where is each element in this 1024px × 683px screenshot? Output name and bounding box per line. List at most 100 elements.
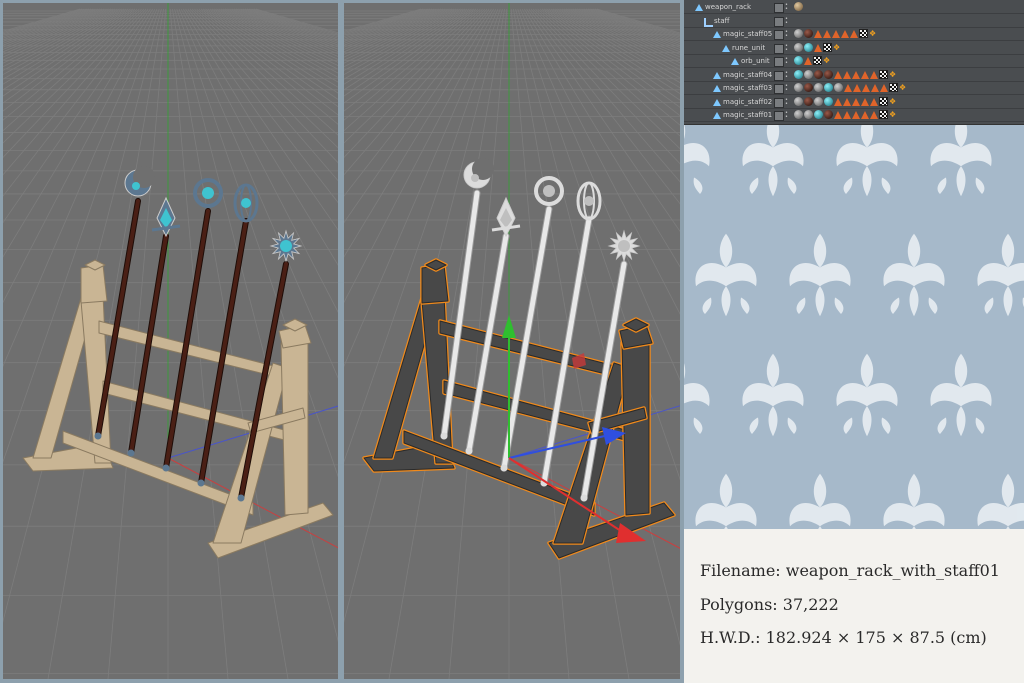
- render-visibility-dots[interactable]: • •: [785, 70, 788, 80]
- outliner-object-name[interactable]: staff: [714, 15, 730, 28]
- object-manager[interactable]: weapon_rack • • staff • • magic_staff05 • • ❖ r…: [684, 0, 1024, 125]
- selection-tag-icon[interactable]: [852, 111, 860, 119]
- selection-tag-icon[interactable]: [862, 84, 870, 92]
- outliner-row[interactable]: magic_staff01 • • ❖: [684, 109, 1024, 122]
- selection-tag-icon[interactable]: [832, 30, 840, 38]
- outliner-object-name[interactable]: magic_staff03: [723, 82, 772, 95]
- outliner-object-name[interactable]: magic_staff01: [723, 109, 772, 122]
- selection-tag-icon[interactable]: [853, 84, 861, 92]
- material-tag-icon[interactable]: [804, 96, 813, 106]
- selection-tag-icon[interactable]: [843, 111, 851, 119]
- selection-tag-icon[interactable]: [870, 97, 878, 106]
- layer-visibility-toggle[interactable]: [774, 3, 784, 13]
- material-tag-icon[interactable]: [834, 83, 843, 92]
- render-visibility-dots[interactable]: • •: [785, 3, 788, 12]
- outliner-object-name[interactable]: magic_staff02: [723, 96, 772, 109]
- material-tag-icon[interactable]: [804, 29, 813, 38]
- outliner-row[interactable]: magic_staff05 • • ❖: [684, 28, 1024, 41]
- material-tag-icon[interactable]: [794, 110, 803, 119]
- outliner-row[interactable]: magic_staff04 • • ❖: [684, 69, 1024, 82]
- render-visibility-dots[interactable]: • •: [785, 111, 788, 120]
- outliner-row[interactable]: weapon_rack • •: [684, 1, 1024, 14]
- uvw-tag-icon[interactable]: [879, 69, 888, 79]
- outliner-object-name[interactable]: rune_unit: [732, 42, 765, 55]
- layer-visibility-toggle[interactable]: [774, 57, 784, 67]
- outliner-row[interactable]: rune_unit • • ❖: [684, 42, 1024, 55]
- selection-tag-icon[interactable]: [870, 70, 878, 79]
- material-tag-icon[interactable]: [794, 83, 803, 92]
- selection-tag-icon[interactable]: [870, 111, 878, 119]
- selection-tag-icon[interactable]: [861, 97, 869, 106]
- outliner-row[interactable]: staff • •: [684, 15, 1024, 28]
- uvw-tag-icon[interactable]: [813, 56, 822, 65]
- material-tag-icon[interactable]: [814, 110, 823, 119]
- material-tag-icon[interactable]: [794, 96, 803, 106]
- selection-tag-icon[interactable]: [843, 70, 851, 79]
- material-tag-icon[interactable]: [794, 2, 803, 11]
- phong-tag-icon[interactable]: ❖: [823, 56, 831, 65]
- selection-tag-icon[interactable]: [871, 84, 879, 92]
- render-visibility-dots[interactable]: • •: [785, 16, 788, 26]
- outliner-object-name[interactable]: magic_staff04: [723, 69, 772, 82]
- material-tag-icon[interactable]: [794, 42, 803, 52]
- selection-tag-icon[interactable]: [834, 111, 842, 119]
- layer-visibility-toggle[interactable]: [774, 30, 784, 40]
- selection-tag-icon[interactable]: [880, 84, 888, 92]
- render-visibility-dots[interactable]: • •: [785, 97, 788, 107]
- uvw-tag-icon[interactable]: [859, 29, 868, 38]
- material-tag-icon[interactable]: [824, 96, 833, 106]
- material-tag-icon[interactable]: [794, 56, 803, 65]
- selection-tag-icon[interactable]: [852, 97, 860, 106]
- material-tag-icon[interactable]: [794, 29, 803, 38]
- render-visibility-dots[interactable]: • •: [785, 57, 788, 66]
- outliner-object-name[interactable]: weapon_rack: [705, 1, 751, 14]
- selection-tag-icon[interactable]: [823, 30, 831, 38]
- material-tag-icon[interactable]: [804, 83, 813, 92]
- phong-tag-icon[interactable]: ❖: [889, 97, 897, 106]
- outliner-object-name[interactable]: orb_unit: [741, 55, 770, 68]
- selection-tag-icon[interactable]: [834, 97, 842, 106]
- phong-tag-icon[interactable]: ❖: [889, 70, 897, 79]
- selection-tag-icon[interactable]: [850, 30, 858, 38]
- selection-tag-icon[interactable]: [841, 30, 849, 38]
- render-visibility-dots[interactable]: • •: [785, 84, 788, 93]
- selection-tag-icon[interactable]: [852, 70, 860, 79]
- outliner-row[interactable]: magic_staff03 • • ❖: [684, 82, 1024, 95]
- phong-tag-icon[interactable]: ❖: [889, 110, 897, 119]
- phong-tag-icon[interactable]: ❖: [899, 83, 907, 92]
- material-tag-icon[interactable]: [814, 69, 823, 79]
- outliner-object-name[interactable]: magic_staff05: [723, 28, 772, 41]
- viewport-render[interactable]: [3, 3, 338, 679]
- viewport-wireframe[interactable]: [344, 3, 680, 679]
- layer-visibility-toggle[interactable]: [774, 84, 784, 94]
- selection-tag-icon[interactable]: [834, 70, 842, 79]
- material-tag-icon[interactable]: [824, 83, 833, 92]
- material-tag-icon[interactable]: [824, 69, 833, 79]
- material-tag-icon[interactable]: [804, 42, 813, 52]
- layer-visibility-toggle[interactable]: [774, 16, 784, 27]
- material-tag-icon[interactable]: [804, 69, 813, 79]
- material-tag-icon[interactable]: [824, 110, 833, 119]
- material-tag-icon[interactable]: [804, 110, 813, 119]
- selection-tag-icon[interactable]: [844, 84, 852, 92]
- uvw-tag-icon[interactable]: [879, 96, 888, 106]
- outliner-row[interactable]: orb_unit • • ❖: [684, 55, 1024, 68]
- render-visibility-dots[interactable]: • •: [785, 30, 788, 39]
- selection-tag-icon[interactable]: [861, 70, 869, 79]
- phong-tag-icon[interactable]: ❖: [869, 29, 877, 38]
- material-tag-icon[interactable]: [814, 96, 823, 106]
- selection-tag-icon[interactable]: [814, 43, 822, 52]
- material-tag-icon[interactable]: [794, 69, 803, 79]
- material-tag-icon[interactable]: [814, 83, 823, 92]
- selection-tag-icon[interactable]: [804, 57, 812, 65]
- layer-visibility-toggle[interactable]: [774, 43, 784, 54]
- phong-tag-icon[interactable]: ❖: [833, 43, 841, 52]
- selection-tag-icon[interactable]: [861, 111, 869, 119]
- layer-visibility-toggle[interactable]: [774, 111, 784, 121]
- uvw-tag-icon[interactable]: [889, 83, 898, 92]
- selection-tag-icon[interactable]: [814, 30, 822, 38]
- selection-tag-icon[interactable]: [843, 97, 851, 106]
- outliner-row[interactable]: magic_staff02 • • ❖: [684, 96, 1024, 109]
- uvw-tag-icon[interactable]: [823, 42, 832, 52]
- render-visibility-dots[interactable]: • •: [785, 43, 788, 53]
